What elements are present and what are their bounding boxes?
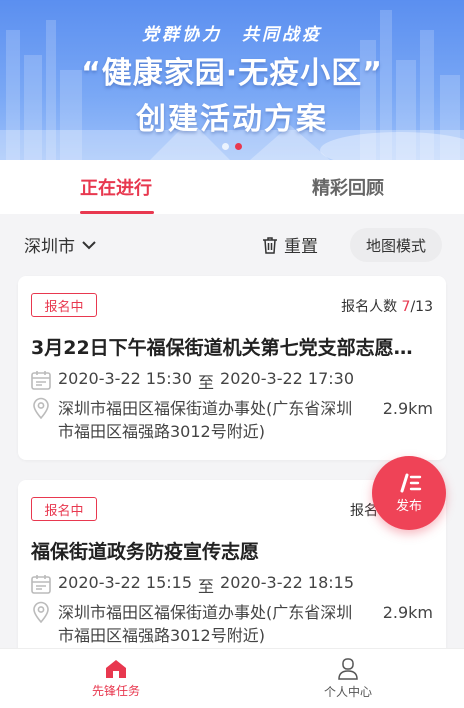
activity-title: 3月22日下午福保街道机关第七党支部志愿服务活动 bbox=[31, 337, 431, 359]
banner-slogan: 党群协力 共同战疫 bbox=[142, 25, 322, 45]
city-label: 深圳市 bbox=[24, 237, 75, 257]
location-pin-icon bbox=[33, 397, 49, 419]
time-start: 2020-3-22 15:30 bbox=[58, 369, 192, 388]
reset-label: 重置 bbox=[284, 237, 318, 257]
activity-card[interactable]: 报名中 报名人数 7/13 3月22日下午福保街道机关第七党支部志愿服务活动 2… bbox=[18, 276, 446, 460]
activity-location: 深圳市福田区福保街道办事处(广东省深圳市福田区福强路3012号附近) bbox=[30, 397, 358, 443]
filter-bar: 深圳市 重置 地图模式 bbox=[0, 214, 464, 272]
carousel-dot[interactable] bbox=[222, 143, 229, 150]
user-icon bbox=[338, 657, 358, 680]
signup-count-label: 报名人数 bbox=[341, 299, 398, 315]
activity-distance: 2.9km bbox=[382, 603, 433, 622]
activity-distance: 2.9km bbox=[382, 399, 433, 418]
nav-label: 先锋任务 bbox=[91, 683, 140, 698]
status-badge: 报名中 bbox=[31, 293, 97, 317]
trash-icon bbox=[263, 236, 277, 254]
activity-address: 深圳市福田区福保街道办事处(广东省深圳市福田区福强路3012号附近) bbox=[58, 399, 353, 441]
signup-count-total: /13 bbox=[410, 299, 433, 315]
city-selector[interactable]: 深圳市 bbox=[24, 232, 97, 257]
carousel-indicator bbox=[0, 143, 464, 150]
publish-label: 发布 bbox=[395, 498, 422, 514]
time-separator: 至 bbox=[198, 577, 215, 596]
calendar-icon bbox=[31, 371, 51, 390]
status-badge: 报名中 bbox=[31, 497, 97, 521]
signup-count: 报名人数 7/13 bbox=[341, 296, 433, 316]
publish-button[interactable]: 发布 bbox=[372, 456, 446, 530]
home-icon bbox=[106, 659, 126, 678]
time-end: 2020-3-22 18:15 bbox=[220, 573, 355, 592]
nav-item-profile[interactable]: 个人中心 bbox=[232, 649, 464, 708]
tab-review[interactable]: 精彩回顾 bbox=[232, 160, 464, 214]
carousel-dot-active[interactable] bbox=[235, 143, 242, 150]
activity-title: 福保街道政务防疫宣传志愿 bbox=[31, 541, 260, 563]
nav-label: 个人中心 bbox=[323, 684, 372, 699]
reset-button[interactable]: 重置 bbox=[262, 232, 318, 257]
activity-location: 深圳市福田区福保街道办事处(广东省深圳市福田区福强路3012号附近) bbox=[30, 601, 358, 647]
activity-time: 2020-3-22 15:15 至 2020-3-22 18:15 bbox=[30, 573, 354, 597]
activity-address: 深圳市福田区福保街道办事处(广东省深圳市福田区福强路3012号附近) bbox=[58, 603, 353, 645]
map-mode-button[interactable]: 地图模式 bbox=[350, 228, 442, 262]
time-end: 2020-3-22 17:30 bbox=[220, 369, 355, 388]
tab-ongoing[interactable]: 正在进行 bbox=[0, 160, 232, 214]
time-start: 2020-3-22 15:15 bbox=[58, 573, 192, 592]
bottom-nav: 先锋任务 个人中心 bbox=[0, 648, 464, 708]
banner-title-line2: 创建活动方案 bbox=[136, 102, 328, 137]
calendar-icon bbox=[31, 575, 51, 594]
nav-item-pioneer-tasks[interactable]: 先锋任务 bbox=[0, 649, 232, 708]
hero-banner[interactable]: 党群协力 共同战疫 “健康家园·无疫小区” 创建活动方案 bbox=[0, 0, 464, 160]
time-separator: 至 bbox=[198, 373, 215, 392]
banner-title-line1: “健康家园·无疫小区” bbox=[81, 56, 383, 91]
location-pin-icon bbox=[33, 601, 49, 623]
edit-icon bbox=[400, 473, 422, 492]
activity-time: 2020-3-22 15:30 至 2020-3-22 17:30 bbox=[30, 369, 354, 393]
chevron-down-icon bbox=[82, 240, 96, 249]
activity-tabs: 正在进行 精彩回顾 bbox=[0, 160, 464, 214]
